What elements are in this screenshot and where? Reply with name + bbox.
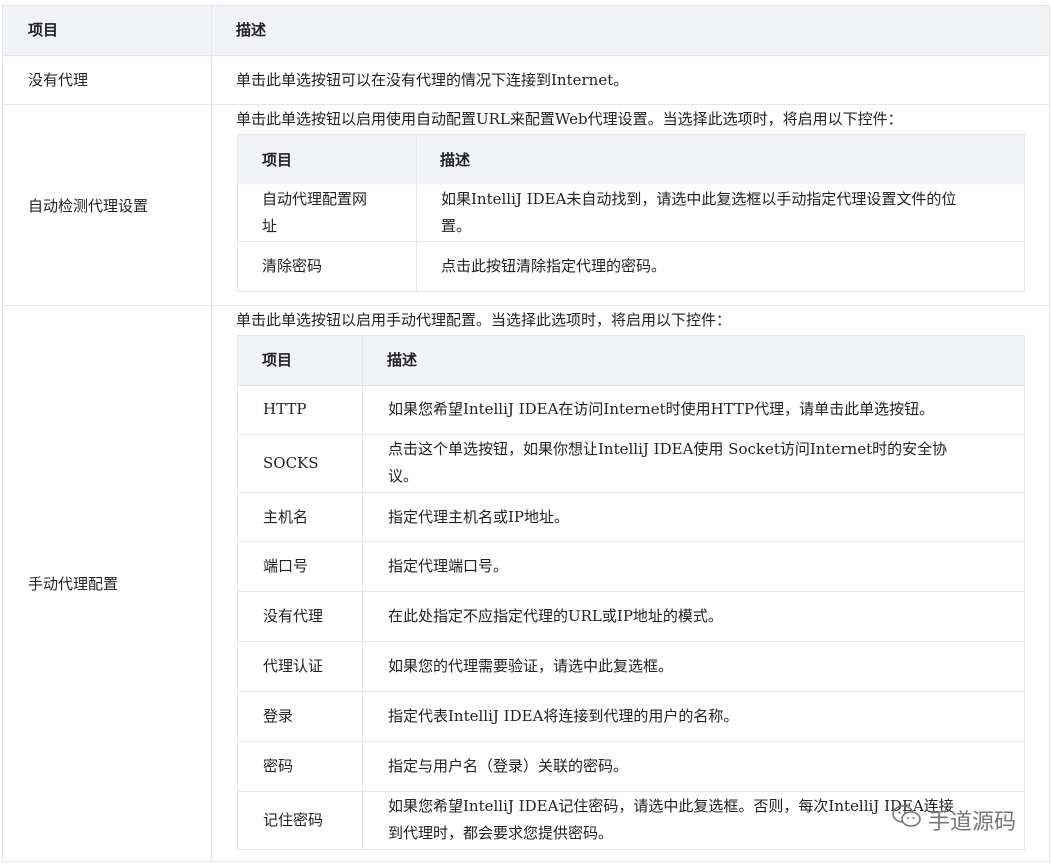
manual-row-item: 没有代理 xyxy=(263,607,324,625)
outer-row-item: 没有代理 xyxy=(28,71,89,89)
manual-row-desc: 指定代理主机名或IP地址。 xyxy=(388,508,570,526)
watermark: 手道源码 xyxy=(892,804,1016,836)
outer-row-item: 手动代理配置 xyxy=(28,575,119,593)
manual-row-desc: 如果您希望IntelliJ IDEA在访问Internet时使用HTTP代理，请… xyxy=(388,400,935,418)
manual-row-item: HTTP xyxy=(263,400,307,418)
auto-row-item: 清除密码 xyxy=(262,257,323,275)
outer-header-desc: 描述 xyxy=(236,21,267,39)
wechat-icon xyxy=(892,804,922,836)
manual-row-desc: 指定代表IntelliJ IDEA将连接到代理的用户的名称。 xyxy=(388,707,739,725)
manual-row-desc: 指定代理端口号。 xyxy=(388,557,509,575)
manual-row-desc: 如果您的代理需要验证，请选中此复选框。 xyxy=(388,657,674,675)
outer-row-item: 自动检测代理设置 xyxy=(28,197,149,215)
manual-header-item: 项目 xyxy=(262,351,293,369)
manual-row-item: 主机名 xyxy=(263,508,309,526)
outer-row-desc: 单击此单选按钮可以在没有代理的情况下连接到Internet。 xyxy=(236,71,629,89)
manual-row-item: 记住密码 xyxy=(263,811,324,829)
auto-header-item: 项目 xyxy=(262,151,293,169)
auto-header-desc: 描述 xyxy=(440,151,471,169)
manual-header-desc: 描述 xyxy=(387,351,418,369)
manual-row-item: 登录 xyxy=(263,707,294,725)
outer-row-desc: 单击此单选按钮以启用手动代理配置。当选择此选项时，将启用以下控件： xyxy=(236,311,732,329)
auto-row-desc: 置。 xyxy=(441,217,472,235)
outer-header-item: 项目 xyxy=(28,21,59,39)
outer-table-header xyxy=(2,5,1050,55)
manual-row-item: 代理认证 xyxy=(263,657,324,675)
auto-row-item: 自动代理配置网 xyxy=(262,190,368,208)
manual-row-item: SOCKS xyxy=(263,454,319,472)
manual-row-desc: 在此处指定不应指定代理的URL或IP地址的模式。 xyxy=(388,607,723,625)
auto-row-desc: 如果IntelliJ IDEA未自动找到，请选中此复选框以手动指定代理设置文件的… xyxy=(441,190,957,208)
manual-table-header xyxy=(237,335,1024,385)
watermark-text: 手道源码 xyxy=(927,810,1016,835)
auto-row-item: 址 xyxy=(262,217,278,235)
manual-row-desc: 议。 xyxy=(388,467,419,485)
manual-row-desc: 指定与用户名（登录）关联的密码。 xyxy=(388,757,629,775)
outer-row-desc: 单击此单选按钮以启用使用自动配置URL来配置Web代理设置。当选择此选项时，将启… xyxy=(236,110,903,128)
auto-row-desc: 点击此按钮清除指定代理的密码。 xyxy=(441,257,667,275)
manual-row-desc: 到代理时，都会要求您提供密码。 xyxy=(388,824,614,842)
manual-row-item: 端口号 xyxy=(263,557,309,575)
manual-row-desc: 点击这个单选按钮，如果你想让IntelliJ IDEA使用 Socket访问In… xyxy=(388,440,948,458)
auto-table-header xyxy=(237,134,1024,184)
manual-row-desc: 如果您希望IntelliJ IDEA记住密码，请选中此复选框。否则，每次Inte… xyxy=(388,797,954,815)
manual-row-item: 密码 xyxy=(263,757,294,775)
